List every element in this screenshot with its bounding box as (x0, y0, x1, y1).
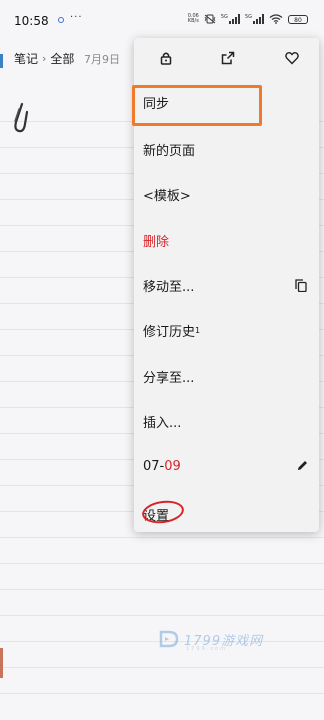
wifi-icon (269, 14, 283, 24)
highlight-annotation-box (132, 85, 262, 126)
menu-item-delete[interactable]: 删除 (134, 223, 319, 257)
notification-dot-icon (58, 17, 64, 23)
network-type-label-2: 5G (244, 14, 252, 20)
menu-item-move-to[interactable]: 移动至... (134, 268, 319, 302)
menu-item-share-to[interactable]: 分享至... (134, 359, 319, 393)
copy-icon[interactable] (295, 279, 307, 292)
date-tag-suffix: 09 (164, 458, 181, 474)
note-date: 7月9日 (84, 53, 120, 66)
menu-item-template[interactable]: <模板> (134, 177, 319, 211)
menu-item-label: 移动至... (143, 279, 195, 295)
signal-icon (253, 14, 264, 24)
pencil-icon[interactable] (296, 459, 308, 472)
left-accent-bar-bottom (0, 648, 3, 678)
network-speed-unit: KB/s (187, 18, 199, 24)
breadcrumb-current[interactable]: 全部 (50, 50, 74, 67)
status-more-indicator: ··· (70, 12, 83, 23)
network-type-label-1: 5G (220, 14, 228, 20)
battery-icon: 80 (288, 14, 308, 24)
watermark-sub: 1799.com (186, 646, 227, 652)
lock-icon[interactable] (158, 50, 174, 66)
menu-item-label: 修订历史 (143, 324, 196, 340)
chevron-right-icon: › (42, 52, 47, 65)
watermark-logo-icon (159, 630, 179, 648)
menu-item-new-page[interactable]: 新的页面 (134, 132, 319, 166)
menu-item-label: 新的页面 (143, 143, 196, 159)
status-bar: 10:58 ··· 0.06 KB/s 5G 5G 80 (0, 0, 324, 40)
menu-item-label: <模板> (143, 188, 191, 204)
date-tag-prefix: 07- (143, 458, 165, 474)
menu-item-label: 分享至... (143, 370, 195, 386)
revision-count: 1 (195, 325, 201, 335)
left-accent-bar (0, 54, 3, 68)
breadcrumb-root[interactable]: 笔记 (14, 50, 38, 67)
status-time: 10:58 (14, 14, 49, 28)
heart-icon[interactable] (284, 50, 300, 66)
menu-item-label: 删除 (143, 234, 170, 250)
menu-top-icons (134, 38, 319, 78)
network-speed: 0.06 KB/s (188, 14, 199, 24)
watermark: 1799游戏网 1799.com (158, 628, 263, 652)
status-right-group: 0.06 KB/s 5G 5G 80 (188, 14, 308, 24)
menu-item-label: 插入... (143, 415, 182, 431)
menu-item-insert[interactable]: 插入... (134, 404, 319, 438)
paperclip-icon[interactable] (12, 100, 28, 134)
menu-item-revision-history[interactable]: 修订历史 1 (134, 313, 319, 347)
open-external-icon[interactable] (220, 50, 236, 66)
vibrate-icon (204, 14, 216, 24)
menu-item-date-tag[interactable]: 07- 09 (134, 449, 319, 483)
signal-icon (228, 14, 240, 24)
breadcrumb[interactable]: 笔记 › 全部 (14, 50, 74, 67)
